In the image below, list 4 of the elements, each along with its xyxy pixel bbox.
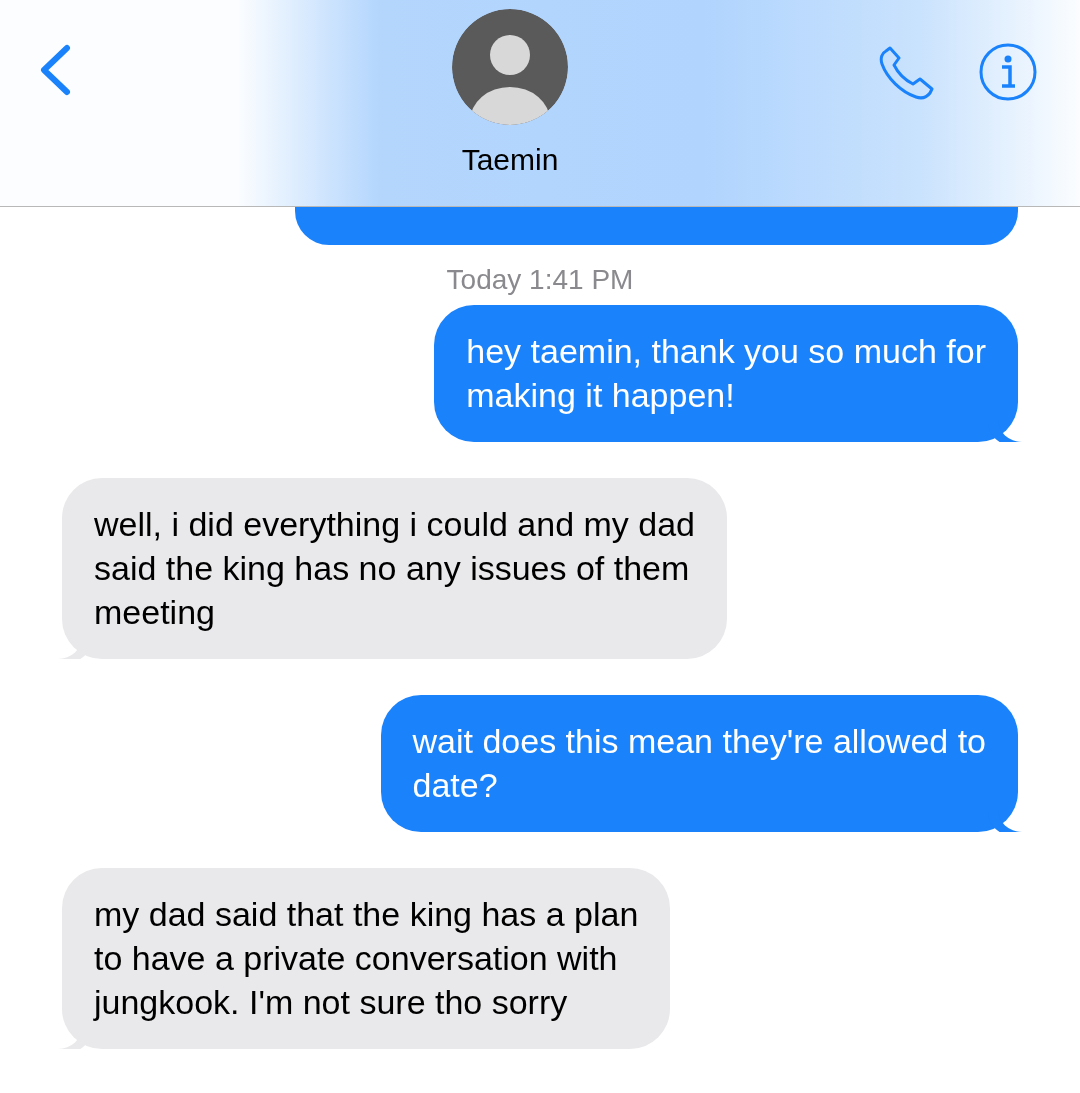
back-icon[interactable] — [38, 44, 72, 96]
contact-name: Taemin — [461, 143, 559, 177]
timestamp: Today 1:41 PM — [446, 263, 634, 297]
info-icon[interactable] — [978, 42, 1038, 102]
